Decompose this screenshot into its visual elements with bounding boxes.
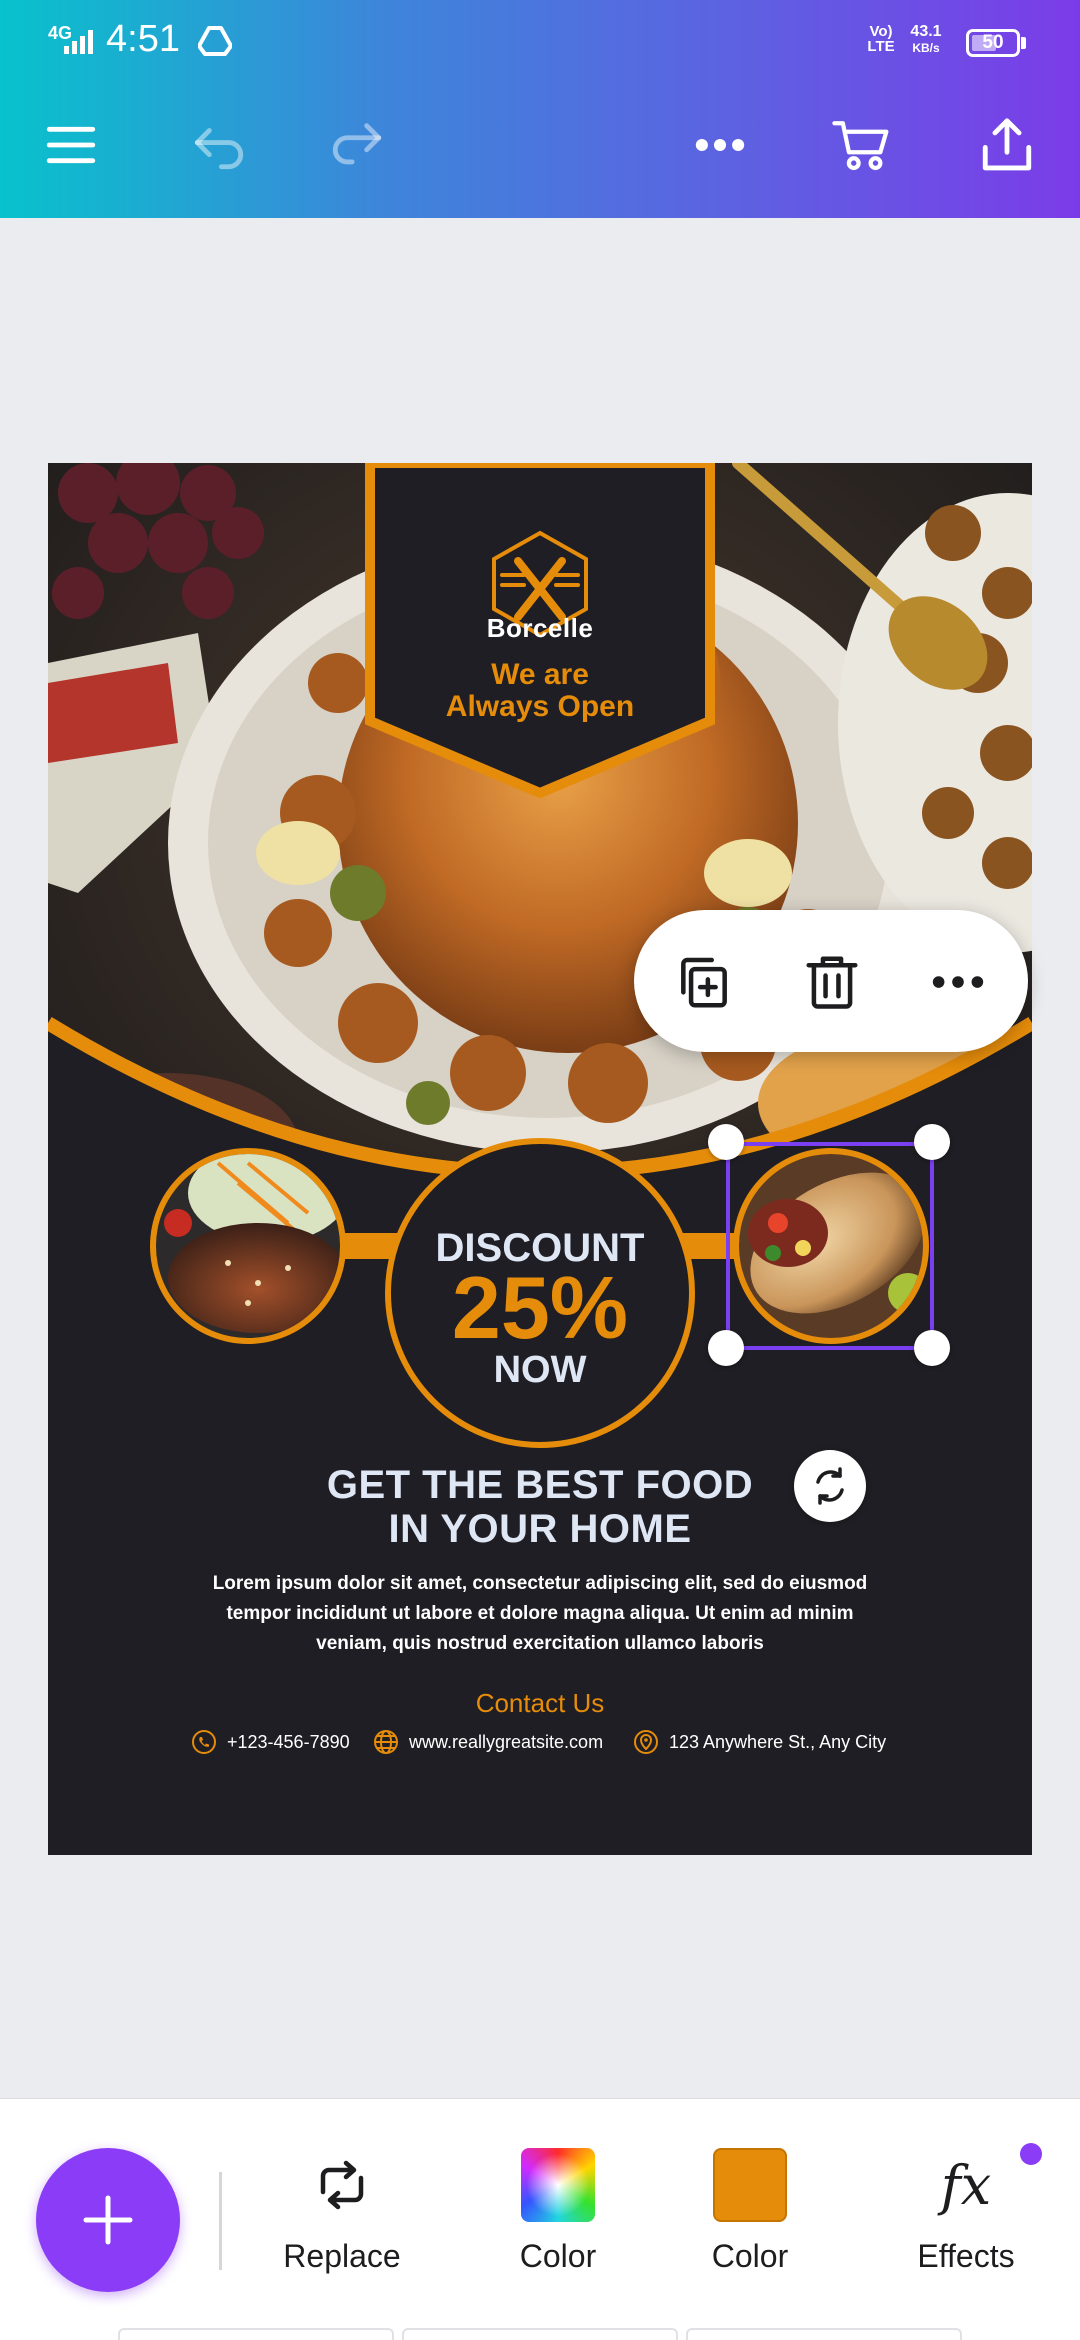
resize-handle-top-left[interactable] bbox=[708, 1124, 744, 1160]
replace-button[interactable]: Replace bbox=[267, 2140, 417, 2290]
contact-address: 123 Anywhere St., Any City bbox=[633, 1729, 886, 1755]
rotate-icon[interactable] bbox=[794, 1450, 866, 1522]
color-swatch-label: Color bbox=[711, 2238, 789, 2274]
effects-label: Effects bbox=[917, 2238, 1015, 2274]
color-picker-label: Color bbox=[519, 2238, 597, 2274]
contact-website: www.reallygreatsite.com bbox=[373, 1729, 603, 1755]
replace-icon bbox=[320, 2160, 364, 2210]
plus-icon bbox=[83, 2195, 133, 2245]
status-bar: 4G 4:51 Vo) LTE 43.1 KB/s 50 bbox=[0, 0, 1080, 86]
website-url: www.reallygreatsite.com bbox=[409, 1731, 604, 1752]
speed-value: 43.1 bbox=[910, 23, 942, 40]
replace-label: Replace bbox=[283, 2238, 401, 2274]
redo-icon[interactable] bbox=[322, 110, 392, 180]
brand-name: Borcelle bbox=[486, 613, 594, 643]
tagline: We are Always Open bbox=[48, 659, 1032, 723]
add-button[interactable] bbox=[36, 2148, 180, 2292]
resize-handle-top-right[interactable] bbox=[914, 1124, 950, 1160]
headline-line-1: GET THE BEST FOOD bbox=[326, 1463, 754, 1507]
phone-icon bbox=[192, 1730, 216, 1754]
globe-icon bbox=[374, 1730, 398, 1754]
volte-indicator: Vo) LTE bbox=[867, 23, 895, 55]
more-icon[interactable] bbox=[920, 944, 996, 1020]
toolbar-divider bbox=[219, 2172, 222, 2270]
battery-level: 50 bbox=[982, 32, 1004, 53]
more-options-icon[interactable] bbox=[685, 110, 755, 180]
element-context-menu bbox=[634, 910, 1028, 1052]
resize-handle-bottom-right[interactable] bbox=[914, 1330, 950, 1366]
body-text: Lorem ipsum dolor sit amet, consectetur … bbox=[48, 1569, 1032, 1659]
share-icon[interactable] bbox=[972, 110, 1042, 180]
clock: 4:51 bbox=[106, 18, 180, 60]
page-thumb[interactable] bbox=[118, 2328, 394, 2340]
undo-icon[interactable] bbox=[184, 110, 254, 180]
tagline-line-1: We are bbox=[491, 658, 589, 691]
top-app-bar: 4G 4:51 Vo) LTE 43.1 KB/s 50 bbox=[0, 0, 1080, 218]
rainbow-color-icon bbox=[521, 2148, 595, 2222]
color-picker-button[interactable]: Color bbox=[483, 2140, 633, 2290]
menu-icon[interactable] bbox=[36, 110, 106, 180]
fx-icon: fx bbox=[940, 2153, 992, 2217]
color-swatch-button[interactable]: Color bbox=[675, 2140, 825, 2290]
discount-suffix: NOW bbox=[493, 1349, 587, 1391]
address-text: 123 Anywhere St., Any City bbox=[669, 1731, 887, 1752]
body-line-3: veniam, quis nostrud exercitation ullamc… bbox=[316, 1633, 764, 1654]
orange-swatch-icon bbox=[713, 2148, 787, 2222]
battery-icon: 50 bbox=[966, 29, 1020, 57]
duplicate-icon[interactable] bbox=[666, 944, 742, 1020]
page-thumb[interactable] bbox=[402, 2328, 678, 2340]
page-thumb[interactable] bbox=[686, 2328, 962, 2340]
contact-phone: +123-456-7890 bbox=[191, 1729, 350, 1755]
network-speed: 43.1 KB/s bbox=[906, 24, 946, 56]
drive-icon bbox=[198, 26, 232, 56]
tagline-line-2: Always Open bbox=[445, 690, 635, 723]
body-line-2: tempor incididunt ut labore et dolore ma… bbox=[226, 1603, 854, 1624]
speed-unit: KB/s bbox=[912, 41, 940, 55]
body-line-1: Lorem ipsum dolor sit amet, consectetur … bbox=[212, 1573, 868, 1594]
headline: GET THE BEST FOOD IN YOUR HOME bbox=[48, 1463, 1032, 1551]
selected-image-frame[interactable] bbox=[726, 1142, 934, 1350]
resize-handle-bottom-left[interactable] bbox=[708, 1330, 744, 1366]
new-feature-badge bbox=[1020, 2143, 1042, 2165]
headline-line-2: IN YOUR HOME bbox=[388, 1507, 692, 1551]
location-pin-icon bbox=[634, 1730, 658, 1754]
delete-icon[interactable] bbox=[794, 944, 870, 1020]
effects-button[interactable]: fx Effects bbox=[891, 2140, 1041, 2290]
contact-title: Contact Us bbox=[475, 1688, 605, 1718]
cart-icon[interactable] bbox=[826, 110, 896, 180]
page-thumbnails-strip[interactable] bbox=[118, 2328, 962, 2340]
signal-icon bbox=[64, 30, 93, 54]
phone-number: +123-456-7890 bbox=[227, 1731, 350, 1752]
